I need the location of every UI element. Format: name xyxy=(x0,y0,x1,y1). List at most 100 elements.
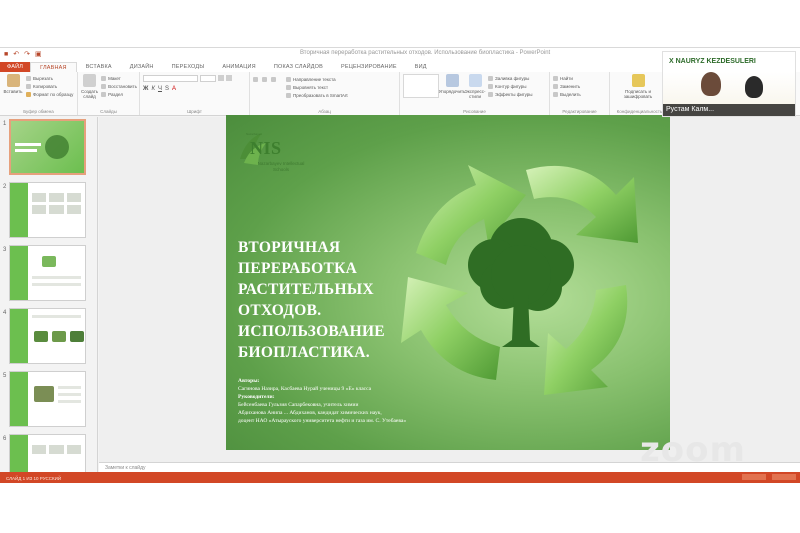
arrange-button[interactable]: Упорядочить xyxy=(439,74,465,100)
view-buttons[interactable] xyxy=(742,474,766,480)
shape-effects-button[interactable]: Эффекты фигуры xyxy=(488,90,533,98)
nis-logo-subtitle: Nazarbayev Intellectual Schools xyxy=(257,161,305,172)
smartart-icon xyxy=(286,92,291,98)
slide-thumbnail[interactable] xyxy=(9,308,86,364)
strike-icon[interactable]: S xyxy=(165,86,169,92)
redo-icon[interactable]: ↷ xyxy=(24,51,30,58)
tab-review[interactable]: РЕЦЕНЗИРОВАНИЕ xyxy=(332,62,406,72)
thumbnail-number: 1 xyxy=(3,121,7,127)
zoom-video-tile[interactable]: X NAURYZ KEZDESULERI Рустам Калм... xyxy=(662,51,796,117)
slide-thumbnail[interactable] xyxy=(9,434,86,472)
find-button[interactable]: Найти xyxy=(553,74,606,82)
save-icon[interactable]: ■ xyxy=(4,51,8,58)
quick-access-toolbar: ■ ↶ ↷ ▣ xyxy=(0,51,42,58)
bullets-button[interactable] xyxy=(253,75,258,83)
drawing-group: Упорядочить Экспресс-стили Заливка фигур… xyxy=(400,72,550,115)
layout-button[interactable]: Макет xyxy=(101,74,137,82)
tab-view[interactable]: ВИД xyxy=(406,62,436,72)
thumbnail-row[interactable]: 2 xyxy=(0,182,97,242)
slide-thumbnail[interactable] xyxy=(9,119,86,175)
confidential-group: Подписать и зашифровать Конфиденциальнос… xyxy=(610,72,670,115)
tab-home[interactable]: ГЛАВНАЯ xyxy=(30,62,77,72)
thumbnail-title-line xyxy=(15,143,41,146)
thumbnail-title-line xyxy=(15,149,37,152)
font-group: Ж К Ч S A Шрифт xyxy=(140,72,250,115)
thumbnail-content xyxy=(58,386,81,407)
slide-thumbnail[interactable] xyxy=(9,245,86,301)
tab-slideshow[interactable]: ПОКАЗ СЛАЙДОВ xyxy=(265,62,332,72)
thumbnail-number: 6 xyxy=(3,436,7,442)
participant-name: Рустам Калм... xyxy=(663,104,795,116)
thumbnail-photo xyxy=(34,386,54,402)
nis-logo: Nazarbayev xyxy=(240,132,266,165)
paragraph-group: Направление текста Выровнять текст Преоб… xyxy=(250,72,400,115)
font-name-select[interactable] xyxy=(143,75,198,82)
new-slide-icon xyxy=(83,74,97,87)
thumbnail-green-bar xyxy=(10,309,28,363)
underline-icon[interactable]: Ч xyxy=(158,86,162,92)
participant-figure xyxy=(701,72,721,96)
current-slide[interactable]: Nazarbayev NIS Nazarbayev Intellectual S… xyxy=(226,115,670,450)
slides-group: Создать слайд Макет Восстановить Раздел … xyxy=(78,72,140,115)
slide-thumbnail[interactable] xyxy=(9,182,86,238)
format-painter-button[interactable]: Формат по образцу xyxy=(26,90,73,98)
authors-label: Авторы: xyxy=(238,378,260,384)
paste-button[interactable]: Вставить xyxy=(3,74,23,100)
undo-icon[interactable]: ↶ xyxy=(13,51,19,58)
new-slide-button[interactable]: Создать слайд xyxy=(81,74,98,100)
thumbnail-number: 5 xyxy=(3,373,7,379)
align-text-button[interactable]: Выровнять текст xyxy=(286,83,348,91)
shrink-font-icon[interactable] xyxy=(226,75,232,81)
authors-text: Сагинова Назира, Касбаева Нурай ученицы … xyxy=(238,386,372,392)
smartart-button[interactable]: Преобразовать в SmartArt xyxy=(286,91,348,99)
thumbnail-row[interactable]: 4 xyxy=(0,308,97,368)
font-color-icon[interactable]: A xyxy=(172,86,176,92)
tab-file[interactable]: ФАЙЛ xyxy=(0,62,31,72)
thumbnail-photo xyxy=(34,331,48,342)
shape-outline-button[interactable]: Контур фигуры xyxy=(488,82,533,90)
font-group-label: Шрифт xyxy=(187,109,202,114)
section-button[interactable]: Раздел xyxy=(101,90,137,98)
slide-thumbnail[interactable] xyxy=(9,371,86,427)
thumbnail-row[interactable]: 6 xyxy=(0,434,97,472)
replace-button[interactable]: Заменить xyxy=(553,82,606,90)
thumbnail-content xyxy=(32,315,81,322)
text-direction-button[interactable]: Направление текста xyxy=(286,75,348,83)
indent-button[interactable] xyxy=(271,75,276,83)
copy-button[interactable]: Копировать xyxy=(26,82,73,90)
thumbnail-photo xyxy=(70,331,84,342)
tab-design[interactable]: ДИЗАЙН xyxy=(121,62,163,72)
bullets-icon xyxy=(253,76,258,82)
nis-logo-text: NIS xyxy=(250,138,282,158)
select-button[interactable]: Выделить xyxy=(553,90,606,98)
thumbnail-row[interactable]: 5 xyxy=(0,371,97,431)
tab-animation[interactable]: АНИМАЦИЯ xyxy=(213,62,264,72)
shape-fill-button[interactable]: Заливка фигуры xyxy=(488,74,533,82)
clipboard-group-label: Буфер обмена xyxy=(23,109,54,114)
shapes-gallery[interactable] xyxy=(403,74,439,98)
tab-transitions[interactable]: ПЕРЕХОДЫ xyxy=(163,62,214,72)
numbering-button[interactable] xyxy=(262,75,267,83)
thumbnail-green-bar xyxy=(10,372,28,426)
slideshow-icon[interactable]: ▣ xyxy=(35,51,42,58)
tab-insert[interactable]: ВСТАВКА xyxy=(77,62,121,72)
italic-icon[interactable]: К xyxy=(151,86,155,92)
thumbnail-green-bar xyxy=(10,183,28,237)
thumbnail-number: 4 xyxy=(3,310,7,316)
bold-icon[interactable]: Ж xyxy=(143,86,148,92)
thumbnail-content xyxy=(32,276,81,290)
sign-encrypt-button[interactable]: Подписать и зашифровать xyxy=(613,74,663,100)
zoom-watermark: zoom xyxy=(640,430,746,470)
cut-button[interactable]: Вырезать xyxy=(26,74,73,82)
thumbnail-row[interactable]: 1 xyxy=(0,119,97,179)
brush-icon xyxy=(26,91,31,97)
quick-styles-button[interactable]: Экспресс-стили xyxy=(465,74,485,100)
clipboard-group: Вставить Вырезать Копировать Формат по о… xyxy=(0,72,78,115)
indent-icon xyxy=(271,76,276,82)
thumbnail-row[interactable]: 3 xyxy=(0,245,97,305)
zoom-slider[interactable] xyxy=(772,474,796,480)
thumbnail-photo xyxy=(52,331,66,342)
grow-font-icon[interactable] xyxy=(218,75,224,81)
font-size-select[interactable] xyxy=(200,75,216,82)
reset-button[interactable]: Восстановить xyxy=(101,82,137,90)
